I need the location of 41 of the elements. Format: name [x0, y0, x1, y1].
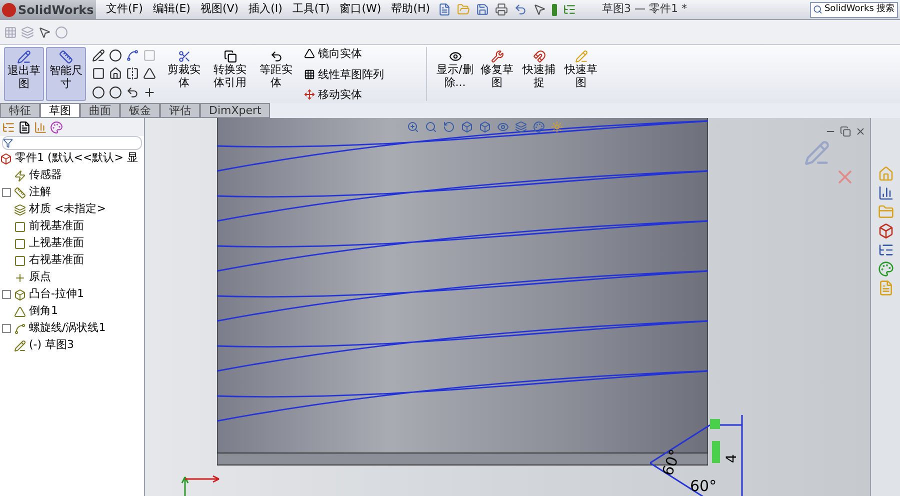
- command-button[interactable]: 移动实体: [304, 88, 418, 101]
- tab[interactable]: 钣金: [120, 103, 160, 118]
- command-button[interactable]: 修复草图: [477, 47, 517, 101]
- app-logo: SolidWorks: [18, 2, 94, 18]
- tree-item[interactable]: 零件1 (默认<<默认> 显: [15, 150, 138, 167]
- command-button[interactable]: 退出草图: [4, 47, 44, 101]
- command-button[interactable]: 等距实体: [254, 47, 298, 101]
- command-button[interactable]: 线性草图阵列: [304, 68, 418, 80]
- command-button[interactable]: 快速草图: [561, 47, 601, 101]
- menu-item[interactable]: 视图(V): [200, 1, 239, 18]
- search-field[interactable]: SolidWorks 搜索: [810, 2, 898, 18]
- tree-item[interactable]: 上视基准面: [29, 235, 84, 252]
- tab[interactable]: 草图: [40, 103, 80, 118]
- tab[interactable]: 曲面: [80, 103, 120, 118]
- tree-item[interactable]: 右视基准面: [29, 252, 84, 269]
- menu-item[interactable]: 帮助(H): [391, 1, 430, 18]
- tree-item[interactable]: (-) 草图3: [29, 337, 74, 354]
- tree-item[interactable]: 材质 <未指定>: [29, 201, 106, 218]
- document-title: 草图3 — 零件1 *: [602, 1, 688, 18]
- tab[interactable]: DimXpert: [200, 103, 270, 118]
- menu-item[interactable]: 插入(I): [248, 1, 282, 18]
- tab[interactable]: 特征: [0, 103, 40, 118]
- menu-item[interactable]: 编辑(E): [152, 1, 190, 18]
- command-button[interactable]: 快速捕捉: [519, 47, 559, 101]
- menu-item[interactable]: 文件(F): [106, 1, 143, 18]
- tree-item[interactable]: 传感器: [29, 167, 62, 184]
- command-button[interactable]: 镜向实体: [304, 47, 418, 60]
- tree-item[interactable]: 注解: [29, 184, 51, 201]
- tab[interactable]: 评估: [160, 103, 200, 118]
- command-button[interactable]: 转换实体引用: [208, 47, 252, 101]
- menu-item[interactable]: 工具(T): [292, 1, 330, 18]
- tree-item[interactable]: 前视基准面: [29, 218, 84, 235]
- menu-item[interactable]: 窗口(W): [340, 1, 382, 18]
- command-button[interactable]: 智能尺寸: [46, 47, 86, 101]
- command-button[interactable]: 剪裁实体: [162, 47, 206, 101]
- command-button[interactable]: 显示/删除...: [435, 47, 475, 101]
- tree-item[interactable]: 螺旋线/涡状线1: [29, 320, 106, 337]
- tree-item[interactable]: 倒角1: [29, 303, 58, 320]
- tree-item[interactable]: 原点: [29, 269, 51, 286]
- dimension-drawing: 60° 60° 4: [650, 413, 760, 496]
- tree-item[interactable]: 凸台-拉伸1: [29, 286, 84, 303]
